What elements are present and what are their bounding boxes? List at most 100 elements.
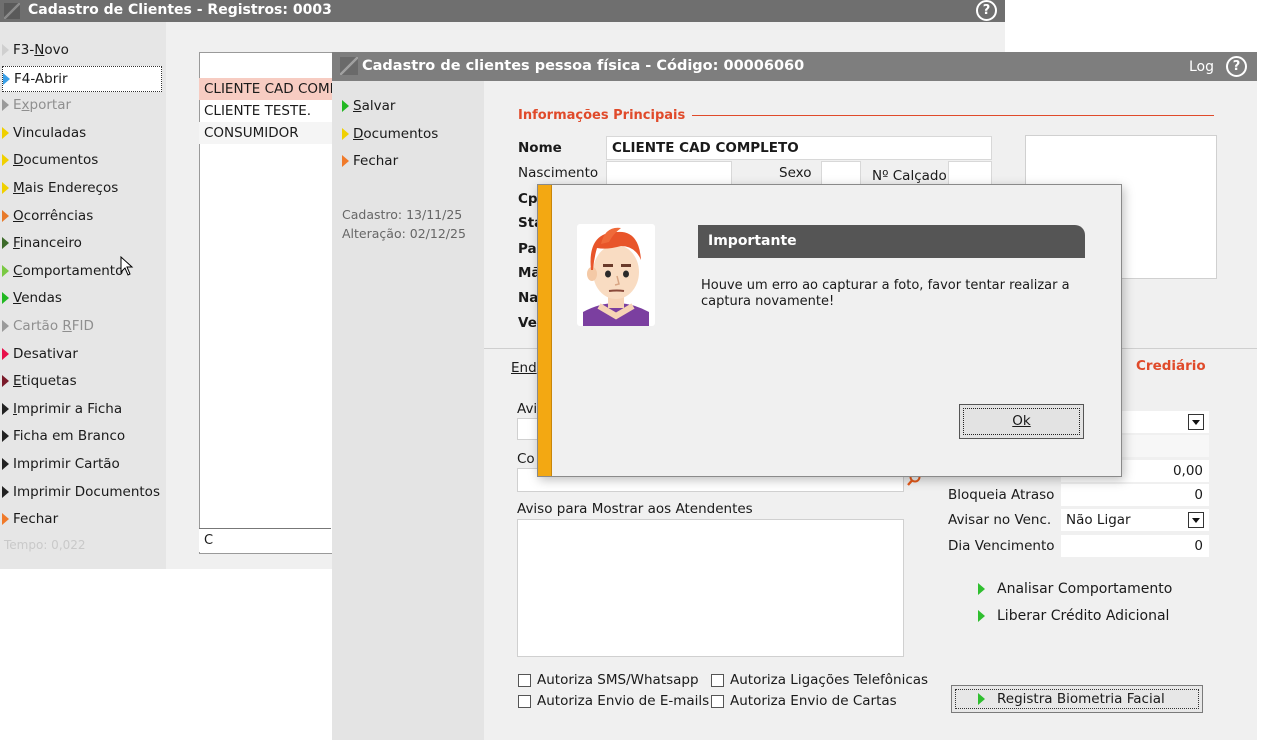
menu-label: Imprimir Documentos (13, 483, 160, 500)
chevron-down-icon[interactable] (1188, 414, 1204, 430)
clients-search-input[interactable]: C (199, 528, 331, 552)
sexo-field[interactable] (821, 161, 861, 185)
sidebar-item-imprimir-a-ficha[interactable]: Imprimir a Ficha (2, 397, 122, 421)
sidebar-item-mais-endere-os[interactable]: Mais Endereços (2, 176, 118, 200)
dialog-title: Importante (698, 225, 1085, 258)
play-icon (2, 182, 9, 194)
mouse-pointer-icon (120, 256, 134, 276)
dialog-message: Houve um erro ao capturar a foto, favor … (701, 278, 1070, 309)
action-salvar[interactable]: Salvar (342, 94, 395, 118)
play-icon (342, 127, 349, 140)
sidebar-item-fechar[interactable]: Fechar (2, 507, 58, 531)
list-item[interactable]: CLIENTE CAD COMPLETO (199, 78, 336, 100)
help-icon[interactable]: ? (976, 0, 997, 21)
menu-label: Fechar (13, 511, 59, 528)
cartas-checkbox[interactable]: Autoriza Envio de Cartas (711, 693, 897, 709)
dia-vencimento-field[interactable]: 0 (1061, 535, 1209, 557)
play-icon (2, 126, 9, 139)
sidebar-item-cart-o-rfid[interactable]: Cartão RFID (2, 314, 94, 338)
menu-label: Mais Endereços (13, 180, 119, 196)
menu-label: Ficha em Branco (13, 428, 126, 445)
play-icon (2, 485, 9, 498)
menu-label: Documentos (353, 125, 439, 142)
menu-label: Comportamento (13, 262, 124, 279)
bloqueia-field[interactable]: 0 (1061, 484, 1209, 506)
play-icon (2, 292, 9, 305)
action-fechar[interactable]: Fechar (342, 149, 398, 173)
play-icon (2, 458, 9, 470)
sidebar-item-exportar[interactable]: Exportar (2, 93, 71, 117)
play-icon (2, 99, 9, 112)
calcado-label: Nº Calçado (872, 168, 947, 184)
email-checkbox[interactable]: Autoriza Envio de E-mails (518, 693, 709, 709)
sidebar-item-vendas[interactable]: Vendas (2, 286, 62, 310)
ligacoes-checkbox[interactable]: Autoriza Ligações Telefônicas (711, 672, 928, 688)
nome-label: Nome (518, 140, 562, 156)
log-button[interactable]: Log (1189, 59, 1214, 75)
help-icon[interactable]: ? (1226, 56, 1247, 77)
menu-label: Cartão RFID (13, 318, 94, 334)
cadastro-date: Cadastro: 13/11/25 (342, 207, 463, 222)
play-icon (978, 610, 985, 622)
menu-label: Vendas (13, 290, 62, 307)
menu-label: Imprimir Cartão (13, 456, 120, 472)
play-icon (342, 100, 349, 112)
sidebar-item-imprimir-documentos[interactable]: Imprimir Documentos (2, 480, 160, 504)
app-logo-icon (340, 57, 358, 75)
elapsed-time: Tempo: 0,022 (4, 538, 86, 552)
menu-label: Salvar (353, 98, 396, 114)
nascimento-field[interactable] (606, 161, 732, 185)
sidebar-item-financeiro[interactable]: Financeiro (2, 231, 82, 255)
sexo-label: Sexo (779, 165, 812, 181)
play-icon (342, 155, 349, 167)
sidebar-item-imprimir-cart-o[interactable]: Imprimir Cartão (2, 452, 120, 476)
sidebar-item-comportamento[interactable]: Comportamento (2, 259, 123, 283)
error-dialog: Importante Houve um erro ao capturar a f… (537, 184, 1122, 477)
section-main-heading: Informações Principais (518, 108, 686, 123)
aviso-label: Avi (517, 401, 538, 417)
analisar-comportamento-link[interactable]: Analisar Comportamento (978, 581, 1172, 597)
sidebar-item-vinculadas[interactable]: Vinculadas (2, 121, 86, 145)
chevron-down-icon[interactable] (1188, 512, 1204, 528)
aviso-atendentes-label: Aviso para Mostrar aos Atendentes (517, 501, 753, 517)
sidebar-item-ocorr-ncias[interactable]: Ocorrências (2, 204, 93, 228)
ok-button[interactable]: Ok (959, 404, 1084, 439)
sidebar-item-f3-novo[interactable]: F3-Novo (2, 38, 69, 62)
play-icon (2, 154, 9, 167)
play-icon (2, 347, 9, 360)
avisar-select[interactable]: Não Ligar (1061, 509, 1209, 531)
play-icon (3, 72, 10, 85)
play-icon (2, 375, 9, 388)
sms-checkbox[interactable]: Autoriza SMS/Whatsapp (518, 672, 699, 688)
tab-endereco[interactable]: End (511, 360, 537, 376)
menu-label: Etiquetas (13, 373, 77, 390)
menu-label: Financeiro (13, 235, 82, 252)
sidebar-item-documentos[interactable]: Documentos (2, 148, 98, 172)
section-divider (692, 115, 1214, 116)
checkbox-box[interactable] (518, 673, 531, 687)
list-item[interactable]: CLIENTE TESTE. (199, 100, 336, 122)
app-logo-icon (4, 3, 20, 19)
calcado-field[interactable] (948, 161, 992, 185)
menu-label: Documentos (13, 152, 99, 169)
sidebar-item-ficha-em-branco[interactable]: Ficha em Branco (2, 424, 125, 448)
sidebar-item-desativar[interactable]: Desativar (2, 342, 78, 366)
nome-field[interactable]: CLIENTE CAD COMPLETO (606, 136, 992, 160)
assistant-avatar (577, 224, 655, 326)
liberar-credito-link[interactable]: Liberar Crédito Adicional (978, 608, 1169, 624)
sidebar-item-etiquetas[interactable]: Etiquetas (2, 369, 77, 393)
tab-crediario[interactable]: Crediário (1136, 358, 1206, 374)
aviso-field[interactable] (517, 418, 539, 440)
checkbox-box[interactable] (518, 694, 531, 708)
registra-biometria-button[interactable]: Registra Biometria Facial (951, 685, 1203, 713)
nascimento-label: Nascimento (518, 165, 599, 181)
menu-label: Ocorrências (13, 207, 94, 224)
play-icon (2, 430, 9, 443)
aviso-atendentes-field[interactable] (517, 519, 904, 657)
list-item[interactable]: CONSUMIDOR (199, 122, 336, 144)
checkbox-box[interactable] (711, 673, 724, 687)
sidebar-item-f4-abrir[interactable]: F4-Abrir (2, 65, 162, 92)
action-documentos[interactable]: Documentos (342, 122, 438, 146)
menu-label: Exportar (13, 97, 72, 114)
checkbox-box[interactable] (711, 694, 724, 708)
